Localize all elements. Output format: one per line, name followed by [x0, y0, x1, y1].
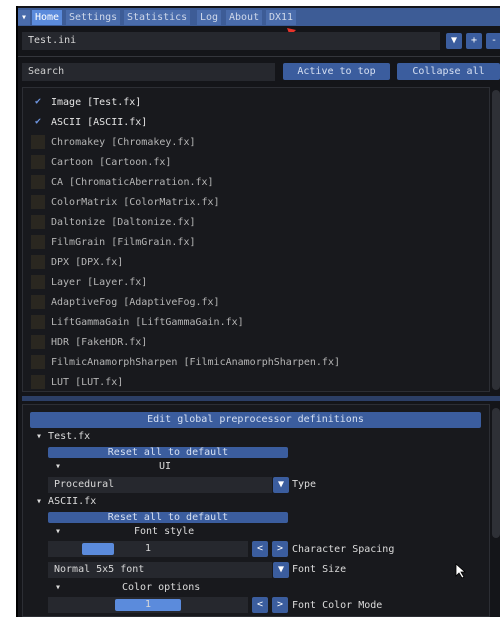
type-select[interactable]: Procedural — [48, 477, 272, 493]
checkbox-icon[interactable] — [31, 355, 45, 369]
effect-label: ASCII [ASCII.fx] — [51, 117, 148, 128]
checkbox-icon[interactable] — [31, 175, 45, 189]
type-dropdown-button[interactable]: ▼ — [273, 477, 289, 493]
effect-label: CA [ChromaticAberration.fx] — [51, 177, 214, 188]
tree-node-ascii-fx[interactable]: ▾ ASCII.fx — [36, 496, 96, 507]
char-spacing-decrement-button[interactable]: < — [252, 541, 268, 557]
font-size-label: Font Size — [292, 564, 347, 575]
collapse-all-button[interactable]: Collapse all — [397, 63, 500, 80]
font-size-select[interactable]: Normal 5x5 font — [48, 562, 272, 578]
effect-label: FilmicAnamorphSharpen [FilmicAnamorphSha… — [51, 357, 340, 368]
active-to-top-button[interactable]: Active to top — [283, 63, 390, 80]
effect-label: Layer [Layer.fx] — [51, 277, 148, 288]
checkbox-icon[interactable] — [31, 195, 45, 209]
checkbox-icon[interactable] — [31, 375, 45, 389]
effect-list-item[interactable]: Daltonize [Daltonize.fx] — [31, 215, 196, 231]
mouse-cursor-icon — [455, 563, 467, 579]
tab-dx11[interactable]: DX11 — [266, 10, 297, 25]
tree-node-label: ASCII.fx — [48, 496, 97, 507]
effect-label: LiftGammaGain [LiftGammaGain.fx] — [51, 317, 244, 328]
char-spacing-increment-button[interactable]: > — [272, 541, 288, 557]
checkbox-icon[interactable] — [31, 135, 45, 149]
edit-global-preprocessor-button[interactable]: Edit global preprocessor definitions — [30, 412, 481, 428]
font-size-dropdown-button[interactable]: ▼ — [273, 562, 289, 578]
font-color-mode-slider[interactable]: 1 — [48, 597, 248, 613]
tree-node-label: Test.fx — [48, 431, 91, 442]
slider-value: 1 — [144, 543, 152, 554]
effect-list-item[interactable]: CA [ChromaticAberration.fx] — [31, 175, 214, 191]
effect-list-item[interactable]: FilmicAnamorphSharpen [FilmicAnamorphSha… — [31, 355, 340, 371]
effect-label: HDR [FakeHDR.fx] — [51, 337, 148, 348]
checkbox-icon[interactable] — [31, 155, 45, 169]
checkbox-icon[interactable] — [31, 335, 45, 349]
font-color-mode-label: Font Color Mode — [292, 600, 383, 611]
group-font-style-toggle[interactable]: ▾ — [55, 526, 61, 537]
effect-label: ColorMatrix [ColorMatrix.fx] — [51, 197, 220, 208]
effect-label: AdaptiveFog [AdaptiveFog.fx] — [51, 297, 220, 308]
type-label: Type — [292, 479, 317, 490]
checkbox-icon[interactable] — [31, 215, 45, 229]
font-color-increment-button[interactable]: > — [272, 597, 288, 613]
character-spacing-label: Character Spacing — [292, 544, 395, 555]
group-color-options-label: Color options — [122, 582, 201, 593]
effect-label: Daltonize [Daltonize.fx] — [51, 217, 196, 228]
tab-about[interactable]: About — [226, 10, 263, 25]
effect-label: Chromakey [Chromakey.fx] — [51, 137, 196, 148]
tab-statistics[interactable]: Statistics — [124, 10, 191, 25]
effect-list-item[interactable]: ✔ ASCII [ASCII.fx] — [31, 115, 147, 131]
checkbox-icon[interactable] — [31, 295, 45, 309]
effect-list-item[interactable]: LUT [LUT.fx] — [31, 375, 123, 391]
tab-bar: ▾ Home Settings Statistics Log About DX1… — [18, 8, 500, 26]
checkbox-checked-icon[interactable]: ✔ — [31, 95, 45, 109]
checkbox-icon[interactable] — [31, 255, 45, 269]
group-font-style-label: Font style — [134, 526, 195, 537]
effect-list-item[interactable]: AdaptiveFog [AdaptiveFog.fx] — [31, 295, 220, 311]
tree-node-test-fx[interactable]: ▾ Test.fx — [36, 431, 90, 442]
preset-dropdown-button[interactable]: ▼ — [446, 33, 462, 49]
effect-list-item[interactable]: HDR [FakeHDR.fx] — [31, 335, 147, 351]
reset-test-fx-button[interactable]: Reset all to default — [48, 447, 288, 458]
collapse-menu-icon[interactable]: ▾ — [18, 10, 30, 25]
group-ui-toggle[interactable]: ▾ — [55, 461, 61, 472]
tab-settings[interactable]: Settings — [66, 10, 121, 25]
effect-label: Image [Test.fx] — [51, 97, 142, 108]
splitter[interactable] — [22, 396, 500, 401]
effect-label: FilmGrain [FilmGrain.fx] — [51, 237, 196, 248]
effect-label: LUT [LUT.fx] — [51, 377, 124, 388]
character-spacing-slider[interactable]: 1 — [48, 541, 248, 557]
effect-list-item[interactable]: ColorMatrix [ColorMatrix.fx] — [31, 195, 220, 211]
search-input[interactable]: Search — [22, 63, 275, 81]
checkbox-icon[interactable] — [31, 275, 45, 289]
effect-list-item[interactable]: Layer [Layer.fx] — [31, 275, 147, 291]
effect-label: Cartoon [Cartoon.fx] — [51, 157, 172, 168]
remove-preset-button[interactable]: - — [486, 33, 500, 49]
reset-ascii-fx-button[interactable]: Reset all to default — [48, 512, 288, 523]
group-color-options-toggle[interactable]: ▾ — [55, 582, 61, 593]
effect-list-item[interactable]: ✔ Image [Test.fx] — [31, 95, 141, 111]
effect-list-item[interactable]: LiftGammaGain [LiftGammaGain.fx] — [31, 315, 244, 331]
add-preset-button[interactable]: + — [466, 33, 482, 49]
effect-list-item[interactable]: FilmGrain [FilmGrain.fx] — [31, 235, 196, 251]
preset-selector[interactable]: Test.ini — [22, 32, 440, 50]
effect-list: ✔ Image [Test.fx] ✔ ASCII [ASCII.fx] Chromak… — [22, 87, 490, 392]
tab-home[interactable]: Home — [32, 10, 63, 25]
slider-value: 1 — [144, 599, 152, 610]
effect-list-scrollbar[interactable] — [492, 90, 500, 390]
effect-list-item[interactable]: Cartoon [Cartoon.fx] — [31, 155, 171, 171]
effect-label: DPX [DPX.fx] — [51, 257, 124, 268]
parameters-panel — [22, 404, 490, 617]
font-color-decrement-button[interactable]: < — [252, 597, 268, 613]
parameters-scrollbar[interactable] — [492, 408, 500, 538]
checkbox-icon[interactable] — [31, 315, 45, 329]
checkbox-icon[interactable] — [31, 235, 45, 249]
checkbox-checked-icon[interactable]: ✔ — [31, 115, 45, 129]
group-ui-label: UI — [159, 461, 172, 472]
effect-list-item[interactable]: Chromakey [Chromakey.fx] — [31, 135, 196, 151]
divider — [18, 56, 500, 57]
effect-list-item[interactable]: DPX [DPX.fx] — [31, 255, 123, 271]
tab-log[interactable]: Log — [197, 10, 222, 25]
